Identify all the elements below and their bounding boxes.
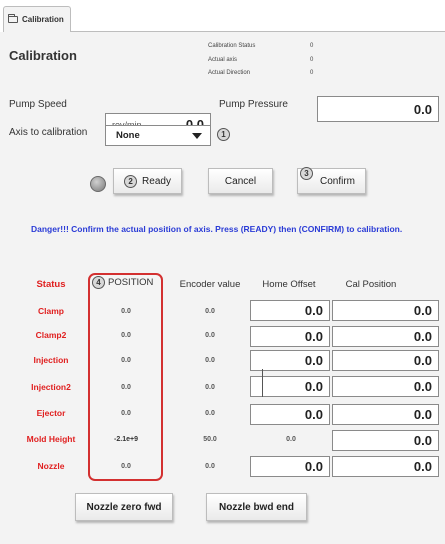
clamp2-home-offset-value: 0.0 xyxy=(304,329,323,344)
nozzle-zero-fwd-button[interactable]: Nozzle zero fwd xyxy=(75,493,173,521)
clamp2-encoder: 0.0 xyxy=(205,332,215,339)
folder-icon xyxy=(8,14,18,23)
row-label-clamp2: Clamp2 xyxy=(35,330,67,340)
ready-button[interactable]: 2 Ready xyxy=(113,168,182,194)
injection-home-offset[interactable]: 0.0 xyxy=(250,350,330,371)
ejector-home-offset[interactable]: 0.0 xyxy=(250,404,330,425)
ejector-cal-position-value: 0.0 xyxy=(413,407,432,422)
text-cursor xyxy=(262,369,263,397)
actual-axis-label: Actual axis xyxy=(208,57,238,63)
clamp-home-offset-value: 0.0 xyxy=(304,303,323,318)
calibration-status-label: Calibration Status xyxy=(208,43,256,49)
nozzle-encoder: 0.0 xyxy=(205,463,215,470)
ejector-position: 0.0 xyxy=(121,410,131,417)
row-label-injection2: Injection2 xyxy=(31,382,71,392)
injection-home-offset-value: 0.0 xyxy=(304,353,323,368)
danger-message: Danger!!! Confirm the actual position of… xyxy=(31,224,403,234)
tab-calibration-label: Calibration xyxy=(22,15,64,24)
clamp-home-offset[interactable]: 0.0 xyxy=(250,300,330,321)
clamp-cal-position[interactable]: 0.0 xyxy=(332,300,439,321)
clamp-cal-position-value: 0.0 xyxy=(413,303,432,318)
clamp2-cal-position[interactable]: 0.0 xyxy=(332,326,439,347)
clamp-encoder: 0.0 xyxy=(205,308,215,315)
nozzle-bwd-end-button[interactable]: Nozzle bwd end xyxy=(206,493,307,521)
injection2-cal-position-value: 0.0 xyxy=(413,379,432,394)
clamp-position: 0.0 xyxy=(121,308,131,315)
row-label-injection: Injection xyxy=(33,355,69,365)
step-1-icon: 1 xyxy=(217,128,230,141)
encoder-column-header: Encoder value xyxy=(179,279,241,290)
cancel-button-label: Cancel xyxy=(224,175,257,187)
axis-select[interactable]: None xyxy=(105,125,211,146)
mold-height-position: -2.1e+9 xyxy=(114,436,138,443)
tab-divider xyxy=(71,31,445,32)
nozzle-position: 0.0 xyxy=(121,463,131,470)
cancel-button[interactable]: Cancel xyxy=(208,168,273,194)
actual-direction-label: Actual Direction xyxy=(208,70,251,76)
nozzle-cal-position[interactable]: 0.0 xyxy=(332,456,439,477)
home-offset-column-header: Home Offset xyxy=(262,279,316,290)
position-column-header: 4 POSITION xyxy=(92,276,153,289)
pump-pressure-field[interactable]: 0.0 xyxy=(317,96,439,122)
calibration-status-value: 0 xyxy=(310,43,314,49)
status-lamp xyxy=(90,176,106,192)
row-label-mold-height: Mold Height xyxy=(26,434,76,444)
mold-height-home-offset: 0.0 xyxy=(286,436,296,443)
mold-height-cal-position-value: 0.0 xyxy=(413,433,432,448)
injection2-home-offset-value: 0.0 xyxy=(304,379,323,394)
tab-calibration[interactable]: Calibration xyxy=(3,6,71,32)
step-2-icon: 2 xyxy=(124,174,138,188)
position-column-highlight xyxy=(88,273,163,481)
ejector-encoder: 0.0 xyxy=(205,410,215,417)
confirm-button[interactable]: 3 Confirm xyxy=(297,167,366,194)
status-column-header: Status xyxy=(36,279,66,290)
pump-pressure-label: Pump Pressure xyxy=(219,99,288,110)
axis-to-calibration-label: Axis to calibration xyxy=(9,127,88,138)
injection2-position: 0.0 xyxy=(121,384,131,391)
nozzle-home-offset-value: 0.0 xyxy=(304,459,323,474)
axis-select-value: None xyxy=(116,130,140,141)
actual-axis-value: 0 xyxy=(310,57,314,63)
pump-pressure-value: 0.0 xyxy=(413,101,432,117)
injection-position: 0.0 xyxy=(121,357,131,364)
position-header-label: POSITION xyxy=(108,277,154,288)
confirm-button-label: Confirm xyxy=(319,175,355,187)
injection2-cal-position[interactable]: 0.0 xyxy=(332,376,439,397)
clamp2-cal-position-value: 0.0 xyxy=(413,329,432,344)
ejector-home-offset-value: 0.0 xyxy=(304,407,323,422)
nozzle-home-offset[interactable]: 0.0 xyxy=(250,456,330,477)
nozzle-bwd-end-label: Nozzle bwd end xyxy=(219,501,294,513)
clamp2-home-offset[interactable]: 0.0 xyxy=(250,326,330,347)
injection2-encoder: 0.0 xyxy=(205,384,215,391)
mold-height-encoder: 50.0 xyxy=(203,436,217,443)
mold-height-cal-position[interactable]: 0.0 xyxy=(332,430,439,451)
chevron-down-icon xyxy=(192,132,202,139)
page-title: Calibration xyxy=(9,48,77,63)
actual-direction-value: 0 xyxy=(310,70,314,76)
row-label-ejector: Ejector xyxy=(36,408,66,418)
clamp2-position: 0.0 xyxy=(121,332,131,339)
row-label-clamp: Clamp xyxy=(38,306,64,316)
ejector-cal-position[interactable]: 0.0 xyxy=(332,404,439,425)
nozzle-zero-fwd-label: Nozzle zero fwd xyxy=(86,501,162,513)
injection-cal-position-value: 0.0 xyxy=(413,353,432,368)
nozzle-cal-position-value: 0.0 xyxy=(413,459,432,474)
step-3-icon: 3 xyxy=(300,167,313,180)
injection-cal-position[interactable]: 0.0 xyxy=(332,350,439,371)
ready-button-label: Ready xyxy=(142,175,171,187)
step-4-icon: 4 xyxy=(92,276,105,289)
row-label-nozzle: Nozzle xyxy=(37,461,65,471)
pump-speed-label: Pump Speed xyxy=(9,99,67,110)
cal-position-column-header: Cal Position xyxy=(345,279,397,290)
injection-encoder: 0.0 xyxy=(205,357,215,364)
